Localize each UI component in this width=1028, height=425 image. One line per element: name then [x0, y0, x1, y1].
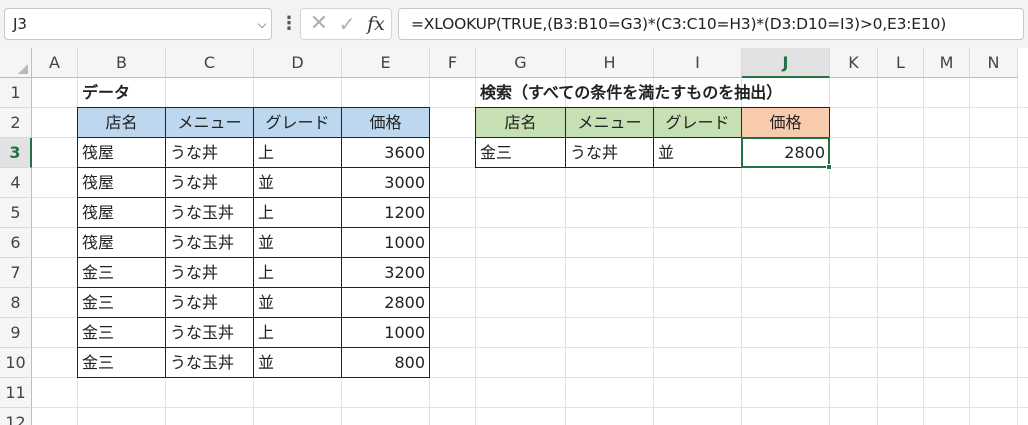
- data-table-cell[interactable]: 3000: [341, 167, 430, 198]
- data-table-cell[interactable]: 並: [253, 287, 342, 318]
- data-table-cell[interactable]: 上: [253, 257, 342, 288]
- row-header[interactable]: 4: [0, 168, 32, 198]
- search-criteria-header[interactable]: グレード: [653, 107, 742, 138]
- column-header[interactable]: I: [654, 48, 742, 78]
- search-criteria-header[interactable]: メニュー: [565, 107, 654, 138]
- data-table-cell[interactable]: 2800: [341, 287, 430, 318]
- data-table-cell[interactable]: うな丼: [165, 167, 254, 198]
- fill-handle[interactable]: [826, 164, 832, 170]
- gridline: [969, 78, 970, 425]
- row-header[interactable]: 9: [0, 318, 32, 348]
- gridline: [1017, 78, 1018, 425]
- insert-function-button[interactable]: fx: [363, 9, 389, 39]
- column-header[interactable]: H: [566, 48, 654, 78]
- select-all-button[interactable]: [0, 48, 32, 78]
- name-box[interactable]: J3: [4, 8, 272, 40]
- data-table-header[interactable]: 価格: [341, 107, 430, 138]
- data-table-cell[interactable]: 金三: [77, 287, 166, 318]
- row-header[interactable]: 5: [0, 198, 32, 228]
- vertical-dots-icon[interactable]: ⋮: [280, 8, 298, 40]
- data-table-cell[interactable]: 並: [253, 227, 342, 258]
- data-table-cell[interactable]: うな玉丼: [165, 347, 254, 378]
- gridline: [923, 78, 924, 425]
- column-header[interactable]: K: [830, 48, 878, 78]
- data-table-cell[interactable]: 800: [341, 347, 430, 378]
- spreadsheet-grid[interactable]: ABCDEFGHIJKLMN 1 2 3 4 5 6 7 8 9 10 11 12 データ 店名 メニュー…: [0, 48, 1028, 425]
- column-header[interactable]: G: [476, 48, 566, 78]
- row-header[interactable]: 7: [0, 258, 32, 288]
- data-table-cell[interactable]: 1000: [341, 317, 430, 348]
- column-header[interactable]: J: [742, 48, 830, 78]
- data-table-cell[interactable]: 筏屋: [77, 137, 166, 168]
- data-table-cell[interactable]: 筏屋: [77, 227, 166, 258]
- result-header[interactable]: 価格: [741, 107, 830, 138]
- data-table-title[interactable]: データ: [78, 78, 167, 109]
- search-criteria-cell[interactable]: 並: [653, 137, 742, 168]
- column-header[interactable]: L: [878, 48, 924, 78]
- column-header[interactable]: C: [166, 48, 254, 78]
- data-table-cell[interactable]: うな玉丼: [165, 227, 254, 258]
- data-table-cell[interactable]: うな玉丼: [165, 317, 254, 348]
- row-header[interactable]: 12: [0, 408, 32, 425]
- column-header[interactable]: D: [254, 48, 342, 78]
- data-table-cell[interactable]: 上: [253, 317, 342, 348]
- data-table-cell[interactable]: 3200: [341, 257, 430, 288]
- data-table-cell[interactable]: 金三: [77, 317, 166, 348]
- data-table-cell[interactable]: 3600: [341, 137, 430, 168]
- data-table-cell[interactable]: 金三: [77, 257, 166, 288]
- data-table-cell[interactable]: 並: [253, 167, 342, 198]
- column-header[interactable]: F: [430, 48, 476, 78]
- formula-bar: J3 ⌵ ⋮ ✕ ✓ fx =XLOOKUP(TRUE,(B3:B10=G3)*…: [0, 0, 1028, 48]
- data-table-cell[interactable]: 筏屋: [77, 197, 166, 228]
- row-header[interactable]: 8: [0, 288, 32, 318]
- data-table-cell[interactable]: うな丼: [165, 287, 254, 318]
- row-header[interactable]: 2: [0, 108, 32, 138]
- data-table-cell[interactable]: 金三: [77, 347, 166, 378]
- data-table-cell[interactable]: 並: [253, 347, 342, 378]
- data-table-cell[interactable]: 筏屋: [77, 167, 166, 198]
- column-header[interactable]: B: [78, 48, 166, 78]
- search-criteria-header[interactable]: 店名: [475, 107, 566, 138]
- column-header[interactable]: N: [970, 48, 1018, 78]
- row-header[interactable]: 3: [0, 138, 32, 168]
- data-table-cell[interactable]: 上: [253, 137, 342, 168]
- data-table-header[interactable]: 店名: [77, 107, 166, 138]
- data-table-cell[interactable]: うな丼: [165, 257, 254, 288]
- gridline: [877, 78, 878, 425]
- formula-bar-buttons: ✕ ✓ fx: [300, 8, 392, 40]
- row-header[interactable]: 11: [0, 378, 32, 408]
- data-table-cell[interactable]: 1200: [341, 197, 430, 228]
- search-criteria-cell[interactable]: うな丼: [565, 137, 654, 168]
- gridline: [32, 407, 1028, 408]
- column-header[interactable]: A: [32, 48, 78, 78]
- data-table-header[interactable]: グレード: [253, 107, 342, 138]
- search-table-title[interactable]: 検索（すべての条件を満たすものを抽出）: [476, 78, 782, 109]
- data-table-header[interactable]: メニュー: [165, 107, 254, 138]
- data-table-cell[interactable]: 上: [253, 197, 342, 228]
- data-table-cell[interactable]: 1000: [341, 227, 430, 258]
- row-header[interactable]: 6: [0, 228, 32, 258]
- row-header[interactable]: 1: [0, 78, 32, 108]
- chevron-down-icon[interactable]: ⌵: [252, 8, 272, 40]
- row-header[interactable]: 10: [0, 348, 32, 378]
- search-criteria-cell[interactable]: 金三: [475, 137, 566, 168]
- column-header[interactable]: E: [342, 48, 430, 78]
- data-table-cell[interactable]: うな玉丼: [165, 197, 254, 228]
- result-cell[interactable]: 2800: [741, 137, 830, 168]
- data-table-cell[interactable]: うな丼: [165, 137, 254, 168]
- check-icon[interactable]: ✓: [335, 9, 359, 39]
- formula-input[interactable]: =XLOOKUP(TRUE,(B3:B10=G3)*(C3:C10=H3)*(D…: [398, 8, 1024, 40]
- x-icon[interactable]: ✕: [307, 9, 331, 39]
- column-header[interactable]: M: [924, 48, 970, 78]
